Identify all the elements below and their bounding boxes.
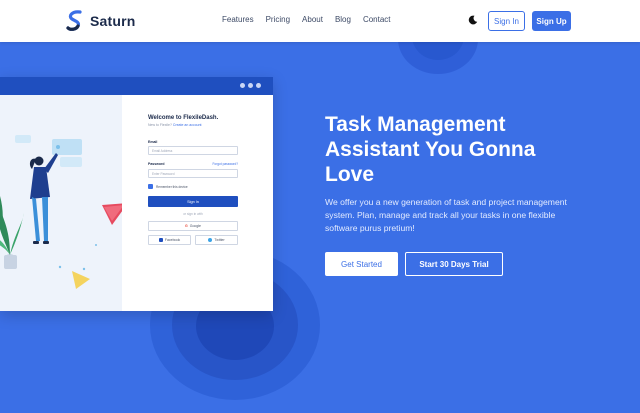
email-label: Email (148, 140, 158, 144)
hero-description: We offer you a new generation of task an… (325, 197, 567, 233)
window-dot (240, 83, 245, 88)
forgot-password-link[interactable]: Forgot password? (212, 162, 238, 166)
google-label: Google (189, 224, 202, 228)
twitter-icon (208, 238, 213, 242)
window-dots (240, 83, 261, 88)
window-dot (256, 83, 261, 88)
password-label: Password (148, 162, 165, 166)
top-navbar: Saturn Features Pricing About Blog Conta… (0, 0, 640, 42)
form-title: Welcome to FlexileDash. (148, 115, 219, 121)
nav-link-blog[interactable]: Blog (335, 15, 351, 24)
main-nav: Features Pricing About Blog Contact (222, 15, 391, 24)
remember-device-checkbox[interactable]: Remember this device (148, 184, 188, 189)
get-started-button[interactable]: Get Started (325, 252, 398, 276)
create-account-link[interactable]: Create an account (173, 123, 202, 127)
nav-link-about[interactable]: About (302, 15, 323, 24)
mockup-title-bar (0, 77, 273, 95)
sign-in-button[interactable]: Sign In (488, 11, 525, 31)
sign-up-button[interactable]: Sign Up (532, 11, 571, 31)
mockup-signin-button[interactable]: Sign In (148, 196, 238, 207)
nav-link-contact[interactable]: Contact (363, 15, 391, 24)
brand-name: Saturn (90, 13, 136, 29)
nav-link-pricing[interactable]: Pricing (266, 15, 290, 24)
password-field[interactable]: Enter Password (148, 169, 238, 178)
google-signin-button[interactable]: G Google (148, 221, 238, 231)
moon-icon[interactable] (468, 15, 478, 25)
facebook-label: Facebook (164, 238, 181, 242)
twitter-signin-button[interactable]: Twitter (195, 235, 238, 245)
checkbox-checked-icon (148, 184, 153, 189)
brand-logo[interactable]: Saturn (66, 10, 136, 32)
remember-device-label: Remember this device (156, 184, 188, 189)
facebook-signin-button[interactable]: Facebook (148, 235, 191, 245)
app-mockup-window: Welcome to FlexileDash. New to Flexile? … (0, 77, 273, 311)
twitter-label: Twitter (214, 238, 225, 242)
mockup-illustration-panel (0, 95, 122, 311)
google-icon: G (184, 224, 188, 228)
woman-presenting-illustration (0, 135, 122, 289)
or-divider-text: or sign in with (183, 212, 203, 216)
nav-link-features[interactable]: Features (222, 15, 254, 24)
form-subtitle-text: New to Flexile? (148, 123, 172, 127)
form-subtitle: New to Flexile? Create an account (148, 123, 202, 127)
saturn-logo-icon (66, 10, 82, 31)
email-field[interactable]: Email Address (148, 146, 238, 155)
hero-title: Task Management Assistant You Gonna Love (325, 113, 536, 186)
facebook-icon (158, 238, 163, 242)
start-trial-button[interactable]: Start 30 Days Trial (405, 252, 503, 276)
mockup-login-form: Welcome to FlexileDash. New to Flexile? … (122, 95, 273, 311)
window-dot (248, 83, 253, 88)
